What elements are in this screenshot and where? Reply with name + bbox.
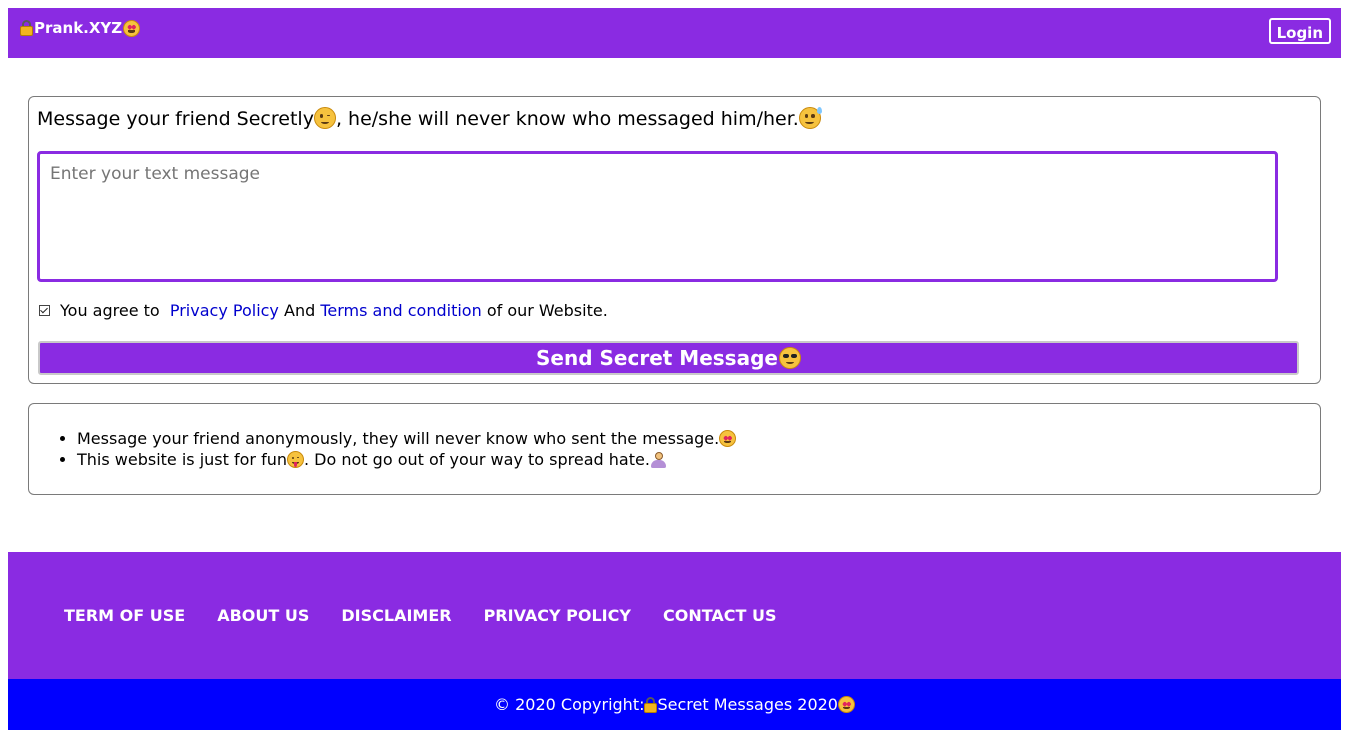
winking-face-icon xyxy=(313,107,336,129)
sunglasses-face-icon xyxy=(778,347,801,369)
copyright-bar: © 2020 Copyright: Secret Messages 2020 xyxy=(8,679,1341,730)
list-item: This website is just for fun . Do not go … xyxy=(77,449,736,470)
copyright-prefix: © 2020 Copyright: xyxy=(494,695,645,714)
footer-link-disclaimer[interactable]: DISCLAIMER xyxy=(341,606,451,625)
footer-nav: TERM OF USE ABOUT US DISCLAIMER PRIVACY … xyxy=(64,606,777,625)
agree-checkbox[interactable] xyxy=(39,305,50,316)
privacy-policy-link[interactable]: Privacy Policy xyxy=(170,301,279,320)
brand-logo[interactable]: Prank.XYZ xyxy=(20,19,141,37)
footer-link-contact-us[interactable]: CONTACT US xyxy=(663,606,777,625)
person-gesturing-icon xyxy=(650,451,667,468)
send-secret-message-button[interactable]: Send Secret Message xyxy=(38,341,1299,375)
terms-link[interactable]: Terms and condition xyxy=(320,301,481,320)
heart-eyes-emoji-icon xyxy=(719,430,737,447)
list-item: Message your friend anonymously, they wi… xyxy=(77,428,737,449)
info-card: Message your friend anonymously, they wi… xyxy=(28,403,1321,495)
and-text: And xyxy=(284,301,316,320)
footer: TERM OF USE ABOUT US DISCLAIMER PRIVACY … xyxy=(8,552,1341,679)
message-form-card: Message your friend Secretly , he/she wil… xyxy=(28,96,1321,384)
agree-prefix-text: You agree to xyxy=(60,301,160,320)
copyright-brand: Secret Messages 2020 xyxy=(657,695,838,714)
top-navbar: Prank.XYZ Login xyxy=(8,8,1341,58)
grinning-sweat-face-icon xyxy=(798,107,822,129)
lock-icon xyxy=(644,696,658,713)
info-text-before: This website is just for fun xyxy=(77,450,287,469)
info-text-after: . Do not go out of your way to spread ha… xyxy=(304,450,650,469)
footer-link-term-of-use[interactable]: TERM OF USE xyxy=(64,606,185,625)
footer-link-about-us[interactable]: ABOUT US xyxy=(217,606,309,625)
agree-suffix-text: of our Website. xyxy=(486,301,608,320)
info-list: Message your friend anonymously, they wi… xyxy=(29,428,737,470)
brand-name: Prank.XYZ xyxy=(34,19,123,37)
intro-text-part1: Message your friend Secretly xyxy=(37,108,314,130)
page: Prank.XYZ Login Message your friend Secr… xyxy=(0,0,1349,738)
heart-eyes-emoji-icon xyxy=(123,19,141,37)
send-button-label: Send Secret Message xyxy=(536,346,778,370)
info-text: Message your friend anonymously, they wi… xyxy=(77,429,720,448)
intro-text-part2: , he/she will never know who messaged hi… xyxy=(335,108,799,130)
heart-eyes-emoji-icon xyxy=(837,696,855,713)
lock-icon xyxy=(20,20,33,36)
winking-tongue-face-icon xyxy=(287,451,304,468)
intro-heading: Message your friend Secretly , he/she wil… xyxy=(37,107,822,130)
agree-row: You agree to Privacy Policy And Terms an… xyxy=(39,301,608,320)
login-button[interactable]: Login xyxy=(1268,18,1331,44)
message-textarea[interactable] xyxy=(37,151,1278,282)
footer-link-privacy-policy[interactable]: PRIVACY POLICY xyxy=(484,606,631,625)
